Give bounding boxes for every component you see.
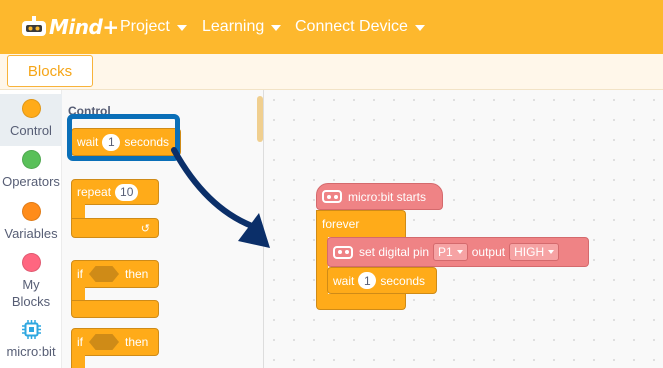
drag-arrow-icon [171, 147, 270, 248]
